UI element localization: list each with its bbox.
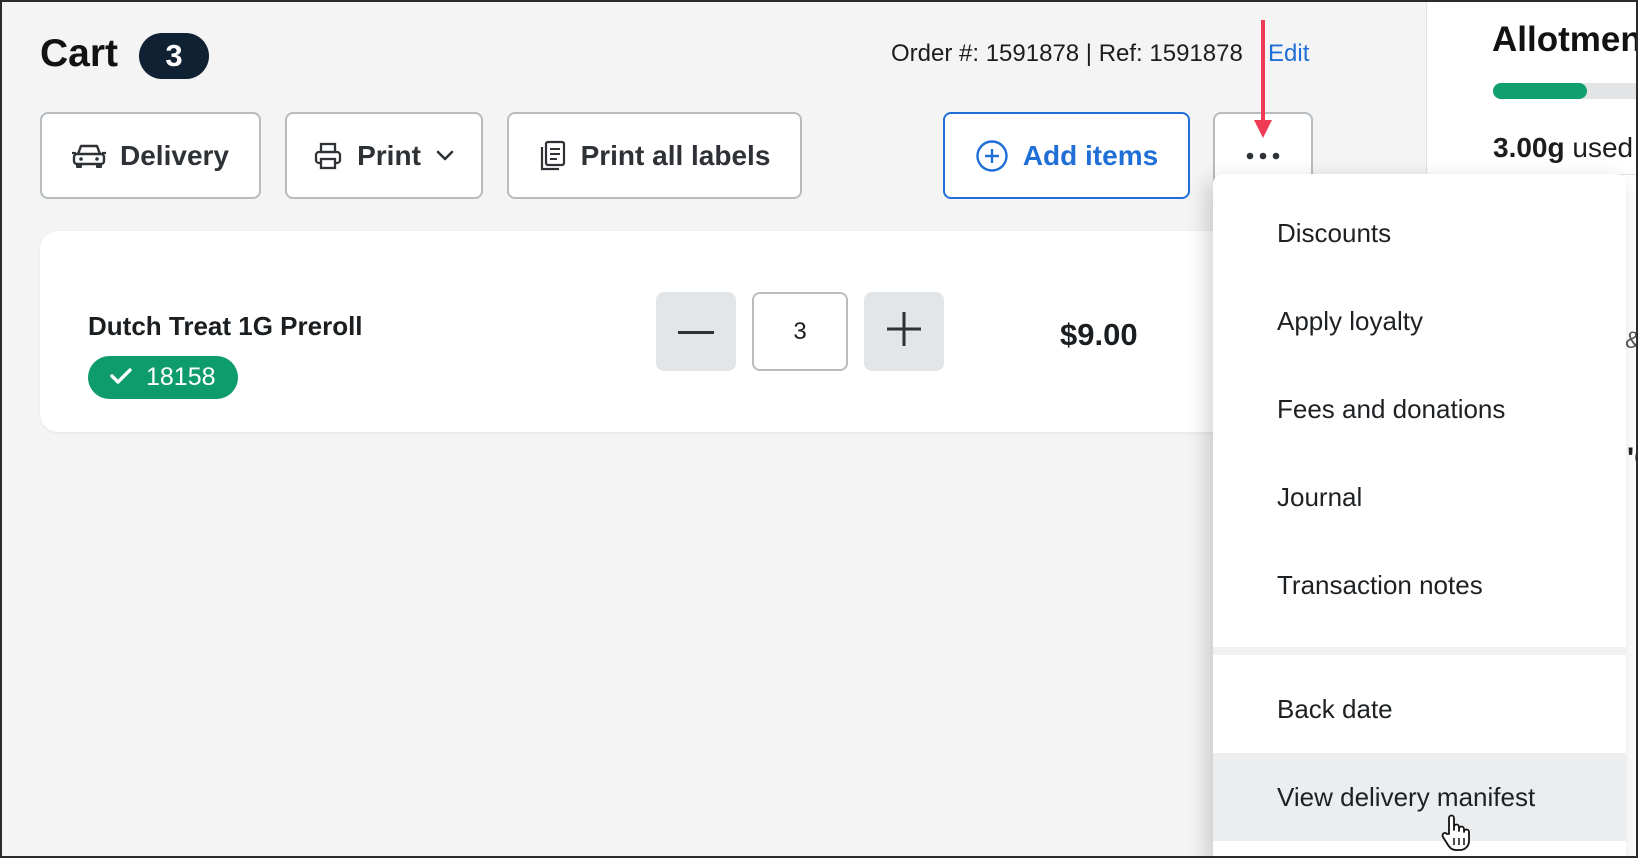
more-icon — [1246, 152, 1280, 160]
allotment-used-label: used — [1572, 132, 1634, 163]
delivery-label: Delivery — [120, 139, 229, 171]
menu-item-journal[interactable]: Journal — [1213, 453, 1626, 541]
delivery-button[interactable]: Delivery — [40, 112, 261, 199]
add-items-label: Add items — [1022, 139, 1159, 171]
chevron-down-icon — [435, 149, 455, 163]
app-window: Cart 3 Order #: 1591878 | Ref: 1591878 E… — [0, 0, 1638, 858]
cart-count-badge: 3 — [139, 33, 209, 79]
allotment-progress-bar — [1493, 83, 1636, 99]
minus-icon — [678, 323, 714, 341]
add-items-button[interactable]: Add items — [943, 112, 1190, 199]
cart-title: Cart — [40, 32, 119, 75]
order-info: Order #: 1591878 | Ref: 1591878 — [891, 40, 1243, 67]
menu-item-view-delivery-manifest[interactable]: View delivery manifest — [1213, 753, 1626, 841]
print-dropdown-button[interactable]: Print — [285, 112, 483, 199]
print-label: Print — [357, 139, 421, 171]
allotment-used: 3.00g used — [1493, 132, 1633, 164]
allotment-used-amount: 3.00g — [1493, 132, 1565, 163]
check-icon — [110, 363, 132, 392]
quantity-increment-button[interactable] — [864, 292, 944, 371]
allotment-progress-fill — [1493, 83, 1587, 99]
plus-icon — [887, 312, 921, 351]
more-options-menu: Discounts Apply loyalty Fees and donatio… — [1213, 174, 1626, 856]
item-id-badge: 18158 — [88, 356, 238, 399]
print-all-labels-button[interactable]: Print all labels — [507, 112, 802, 199]
quantity-decrement-button[interactable] — [656, 292, 736, 371]
annotation-arrow-head — [1254, 120, 1272, 138]
printer-icon — [313, 141, 343, 171]
menu-item-transaction-notes[interactable]: Transaction notes — [1213, 541, 1626, 629]
car-icon — [72, 142, 107, 170]
cart-item-card: Dutch Treat 1G Preroll 18158 $9.00 — [40, 231, 1340, 432]
plus-circle-icon — [975, 139, 1009, 173]
menu-item-discounts[interactable]: Discounts — [1213, 189, 1626, 277]
side-fragment-text: 'C — [1627, 442, 1636, 475]
menu-item-apply-loyalty[interactable]: Apply loyalty — [1213, 277, 1626, 365]
menu-item-fees-and-donations[interactable]: Fees and donations — [1213, 365, 1626, 453]
item-name: Dutch Treat 1G Preroll — [88, 311, 363, 341]
print-all-labels-label: Print all labels — [580, 139, 771, 171]
item-price: $9.00 — [1060, 317, 1138, 352]
item-id-text: 18158 — [146, 363, 216, 391]
quantity-input[interactable] — [752, 292, 848, 371]
side-fragment-amp: & — [1625, 327, 1636, 355]
menu-item-back-date[interactable]: Back date — [1213, 665, 1626, 753]
annotation-arrow-line — [1261, 20, 1265, 120]
hand-cursor-icon — [1440, 814, 1470, 856]
allotment-title: Allotmen — [1492, 20, 1638, 59]
menu-divider — [1213, 647, 1626, 655]
document-icon — [539, 140, 567, 172]
edit-order-link[interactable]: Edit — [1268, 40, 1309, 68]
